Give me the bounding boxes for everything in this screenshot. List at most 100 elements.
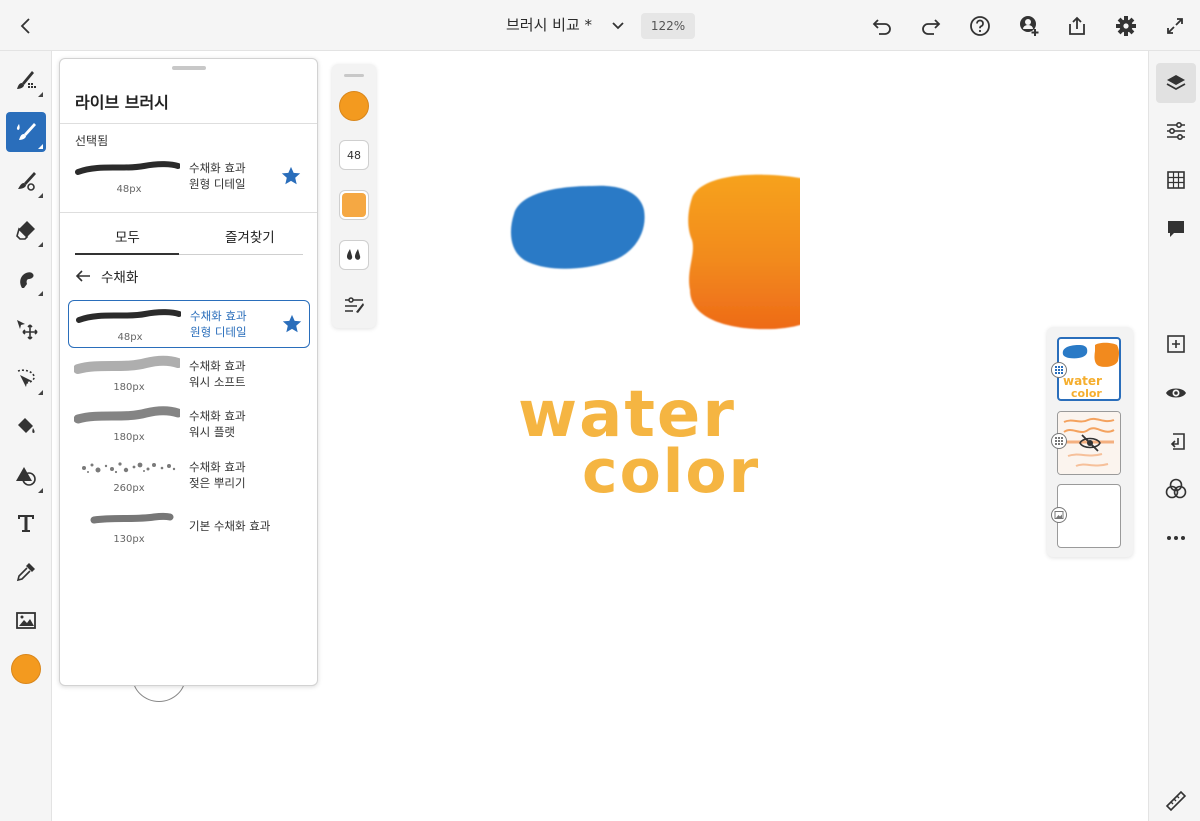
eyedropper-icon bbox=[16, 563, 35, 582]
right-toolbar bbox=[1148, 51, 1200, 821]
document-title[interactable]: 브러시 비교 * bbox=[506, 14, 592, 35]
layer-preview: water color bbox=[1062, 342, 1119, 399]
ruler-button[interactable] bbox=[1156, 781, 1196, 821]
text-icon bbox=[18, 515, 34, 532]
brush-size: 180px bbox=[113, 382, 145, 393]
brush-name: 기본 수채화 효과 bbox=[189, 518, 270, 534]
brush-settings-button[interactable] bbox=[339, 290, 369, 320]
brush-list-item[interactable]: 180px 수채화 효과 워시 플랫 bbox=[68, 401, 310, 449]
redo-button[interactable] bbox=[918, 13, 944, 39]
panel-title: 라이브 브러시 bbox=[75, 93, 169, 112]
image-tool[interactable] bbox=[6, 601, 46, 641]
eyedropper-tool[interactable] bbox=[6, 552, 46, 592]
share-button[interactable] bbox=[1064, 13, 1090, 39]
brush-opacity-button[interactable] bbox=[339, 190, 369, 220]
type-tool[interactable] bbox=[6, 503, 46, 543]
properties-button[interactable] bbox=[1156, 111, 1196, 151]
grid-button[interactable] bbox=[1156, 160, 1196, 200]
live-brush-panel: 라이브 브러시 선택됨 48px 수채화 효과 원형 디테일 모두 즐겨찾기 수… bbox=[59, 58, 318, 686]
svg-text:water: water bbox=[1063, 374, 1102, 388]
fill-tool[interactable] bbox=[6, 407, 46, 447]
grid-icon bbox=[1167, 171, 1185, 189]
brush-list-item[interactable]: 260px 수채화 효과 젖은 뿌리기 bbox=[68, 452, 310, 500]
layers-panel: water color bbox=[1047, 327, 1133, 557]
eraser-tool[interactable] bbox=[6, 210, 46, 250]
brush-flow-button[interactable] bbox=[339, 240, 369, 270]
brush-size: 48px bbox=[117, 332, 143, 343]
brush-color-button[interactable] bbox=[339, 91, 369, 121]
tab-favorites[interactable]: 즐겨찾기 bbox=[225, 226, 275, 246]
share-icon bbox=[1069, 16, 1085, 35]
brush-name-line1: 수채화 효과 bbox=[189, 161, 246, 175]
undo-button[interactable] bbox=[869, 13, 895, 39]
brush-list-item[interactable]: 180px 수채화 효과 워시 소프트 bbox=[68, 351, 310, 399]
layer-visibility-button[interactable] bbox=[1156, 373, 1196, 413]
brush-name: 수채화 효과 워시 플랫 bbox=[189, 408, 246, 440]
settings-button[interactable] bbox=[1113, 13, 1139, 39]
brush-settings-icon bbox=[345, 297, 364, 313]
live-brush-tool[interactable] bbox=[6, 112, 46, 152]
star-filled-icon[interactable] bbox=[281, 313, 303, 335]
brush-size-button[interactable]: 48 bbox=[339, 140, 369, 170]
add-layer-button[interactable] bbox=[1156, 324, 1196, 364]
left-toolbar bbox=[0, 51, 52, 821]
water-drops-icon bbox=[346, 249, 361, 260]
sliders-icon bbox=[1167, 121, 1185, 141]
brush-stroke-preview bbox=[74, 355, 180, 374]
transform-tool[interactable] bbox=[6, 309, 46, 349]
brush-name-line2: 원형 디테일 bbox=[190, 325, 247, 339]
panel-drag-handle[interactable] bbox=[172, 66, 206, 70]
brush-name: 수채화 효과 원형 디테일 bbox=[190, 308, 247, 340]
tab-active-indicator bbox=[75, 253, 179, 255]
brush-stroke-preview bbox=[82, 462, 176, 474]
help-icon bbox=[970, 16, 990, 36]
selection-tool[interactable] bbox=[6, 358, 46, 398]
pixel-brush-tool[interactable] bbox=[6, 60, 46, 100]
import-button[interactable] bbox=[1156, 421, 1196, 461]
bar-drag-handle[interactable] bbox=[344, 74, 364, 77]
more-options-button[interactable] bbox=[1156, 518, 1196, 558]
selected-brush[interactable]: 48px 수채화 효과 원형 디테일 bbox=[68, 153, 310, 201]
brush-name-line2: 원형 디테일 bbox=[189, 177, 246, 191]
divider bbox=[60, 123, 317, 124]
fullscreen-button[interactable] bbox=[1162, 13, 1188, 39]
layers-button[interactable] bbox=[1156, 63, 1196, 103]
canvas-artwork[interactable]: water color bbox=[500, 170, 800, 510]
tab-all[interactable]: 모두 bbox=[115, 226, 140, 246]
vector-brush-tool[interactable] bbox=[6, 161, 46, 201]
pixel-layer-icon bbox=[1055, 366, 1063, 374]
brush-settings-bar: 48 bbox=[332, 64, 376, 328]
star-filled-icon[interactable] bbox=[280, 165, 302, 187]
breadcrumb-label: 수채화 bbox=[101, 270, 139, 286]
layer-type-badge bbox=[1051, 433, 1067, 449]
blend-icon bbox=[1165, 478, 1187, 499]
chevron-down-icon[interactable] bbox=[609, 16, 627, 34]
brush-name-line2: 젖은 뿌리기 bbox=[189, 476, 246, 490]
vector-brush-icon bbox=[18, 172, 36, 191]
comment-icon bbox=[1168, 221, 1184, 237]
blend-mode-button[interactable] bbox=[1156, 469, 1196, 509]
hidden-layer-icon[interactable] bbox=[1078, 433, 1102, 453]
orange-watercolor-blob bbox=[688, 174, 800, 330]
help-button[interactable] bbox=[967, 13, 993, 39]
back-button[interactable] bbox=[12, 12, 40, 40]
brush-stroke-preview bbox=[75, 161, 180, 175]
arrow-left-icon bbox=[75, 270, 90, 282]
zoom-level[interactable]: 122% bbox=[641, 13, 695, 39]
submenu-indicator bbox=[38, 291, 43, 296]
eraser-icon bbox=[16, 221, 35, 240]
brush-name-line1: 수채화 효과 bbox=[189, 359, 246, 373]
comments-button[interactable] bbox=[1156, 209, 1196, 249]
brush-list-item[interactable]: 48px 수채화 효과 원형 디테일 bbox=[68, 300, 310, 348]
brush-list-item[interactable]: 130px 기본 수채화 효과 bbox=[68, 503, 310, 551]
breadcrumb[interactable]: 수채화 bbox=[75, 266, 138, 286]
submenu-indicator bbox=[38, 144, 43, 149]
color-picker[interactable] bbox=[11, 654, 41, 684]
live-brush-icon bbox=[16, 123, 36, 140]
smudge-tool[interactable] bbox=[6, 259, 46, 299]
shape-tool[interactable] bbox=[6, 456, 46, 496]
invite-user-button[interactable] bbox=[1016, 13, 1042, 39]
brush-size: 48px bbox=[116, 184, 142, 195]
brush-name-line2: 워시 플랫 bbox=[189, 425, 235, 439]
tab-track bbox=[179, 254, 303, 255]
